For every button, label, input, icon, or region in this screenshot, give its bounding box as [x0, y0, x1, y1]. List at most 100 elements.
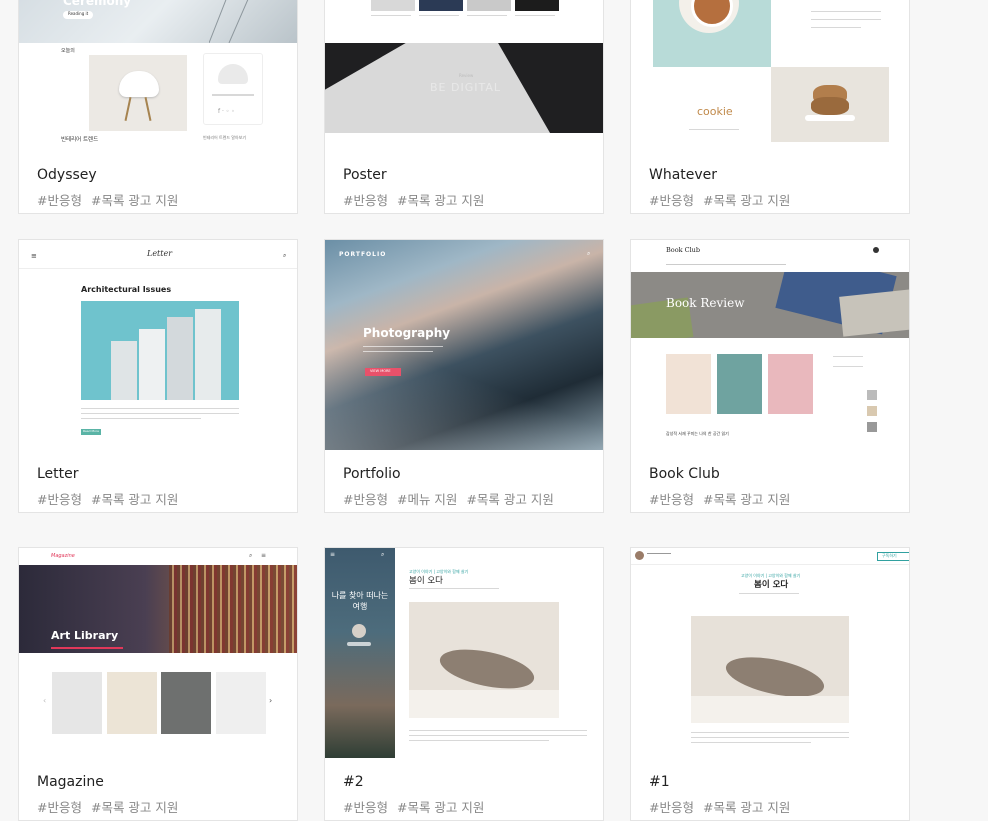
preview-banner-title: Art Library [51, 629, 119, 642]
skin-tags: #반응형 #목록 광고 지원 [37, 190, 187, 209]
tag: #반응형 [649, 800, 694, 815]
preview-logo: Letter [147, 249, 173, 258]
preview-thumb [161, 672, 211, 734]
tag: #목록 광고 지원 [90, 800, 179, 815]
preview-sidebar: ≡ ⌕ 나를 찾아 떠나는 여행 [325, 548, 395, 758]
tag: #반응형 [649, 193, 694, 208]
tag: #목록 광고 지원 [702, 492, 791, 507]
preview-title: 봄이 오다 [754, 580, 789, 590]
preview-banner-title: Book Review [666, 296, 745, 310]
skin-preview-book-club: Book Club Book Review 감성적 서재 꾸미는 나의 찬 공간… [631, 240, 909, 450]
menu-icon: ≡ [261, 552, 267, 559]
preview-banner: Book Review [631, 272, 909, 338]
tag: #목록 광고 지원 [396, 800, 485, 815]
preview-side-card: f · ◦ ◦ [203, 53, 263, 125]
preview-grid-image [467, 0, 511, 11]
skin-name: Portfolio [343, 466, 401, 482]
skin-tags: #반응형 #메뉴 지원 #목록 광고 지원 [343, 489, 563, 508]
skin-tags: #반응형 #목록 광고 지원 [649, 190, 799, 209]
skin-preview-letter: ≡ Letter ⌕ Architectural Issues Read Mor… [19, 240, 297, 450]
preview-banner: Art Library [19, 565, 297, 653]
preview-thumb [107, 672, 157, 734]
preview-grid-image [371, 0, 415, 11]
preview-section-tag: 오늘의 [61, 48, 75, 54]
preview-chair-image [89, 55, 187, 131]
skin-name: Book Club [649, 466, 720, 482]
skin-tags: #반응형 #목록 광고 지원 [649, 797, 799, 816]
chevron-right-icon: › [269, 696, 273, 705]
preview-hero-button: Reading it [63, 11, 93, 19]
preview-hero-title: Ceremony [63, 0, 132, 8]
preview-hero-shape [209, 0, 249, 43]
tag: #목록 광고 지원 [702, 193, 791, 208]
preview-read-button: Read More [81, 429, 101, 435]
skin-name: #2 [343, 774, 364, 790]
avatar [873, 247, 879, 253]
skin-name: Odyssey [37, 167, 97, 183]
preview-grid-image [419, 0, 463, 11]
preview-side-title: 나를 찾아 떠나는 여행 [331, 591, 389, 611]
preview-subscribe-button: 구독하기 [877, 552, 909, 561]
skin-card-whatever[interactable]: cookie Whatever #반응형 #목록 광고 지원 [630, 0, 910, 214]
preview-logo: Magazine [51, 553, 75, 559]
skin-card-1[interactable]: 구독하기 고양이 이야기 | 고양이와 함께 살기 봄이 오다 #1 #반응형 #… [630, 547, 910, 821]
skin-name: Poster [343, 167, 387, 183]
skin-preview-odyssey[interactable]: Ceremony Reading it 오늘의 빈테리어 트렌드 f · ◦ ◦… [19, 0, 297, 151]
preview-thumb [52, 672, 102, 734]
skin-preview-portfolio: PORTFOLIO ⌕ Photography VIEW MORE [325, 240, 603, 450]
tag: #반응형 [343, 492, 388, 507]
skin-card-poster[interactable]: Review BE DIGITAL Poster #반응형 #목록 광고 지원 [324, 0, 604, 214]
skin-card-odyssey[interactable]: Ceremony Reading it 오늘의 빈테리어 트렌드 f · ◦ ◦… [18, 0, 298, 214]
tag: #메뉴 지원 [396, 492, 458, 507]
skin-name: Magazine [37, 774, 104, 790]
search-icon: ⌕ [283, 252, 287, 259]
tag: #반응형 [37, 800, 82, 815]
tag: #목록 광고 지원 [396, 193, 485, 208]
preview-coffee-image [653, 0, 771, 67]
preview-logo: Book Club [666, 246, 701, 254]
preview-title: cookie [697, 105, 733, 118]
tag: #목록 광고 지원 [90, 193, 179, 208]
preview-cookie-image [771, 67, 889, 142]
skin-tags: #반응형 #목록 광고 지원 [37, 797, 187, 816]
skin-tags: #반응형 #목록 광고 지원 [649, 489, 799, 508]
tag: #반응형 [343, 193, 388, 208]
preview-thumb [216, 672, 266, 734]
preview-caption: 감성적 서재 꾸미는 나의 찬 공간 읽기 [666, 431, 729, 436]
preview-book-cover [717, 354, 762, 414]
preview-cat-image [409, 602, 559, 718]
tag: #목록 광고 지원 [466, 492, 554, 507]
menu-icon: ≡ [330, 551, 336, 558]
skin-preview-2: ≡ ⌕ 나를 찾아 떠나는 여행 고양이 이야기 | 고양이와 함께 살기 봄이… [325, 548, 603, 758]
chevron-left-icon: ‹ [43, 696, 47, 705]
skin-tags: #반응형 #목록 광고 지원 [343, 190, 493, 209]
skin-name: Letter [37, 466, 79, 482]
menu-icon: ≡ [31, 252, 37, 260]
preview-cat-image [691, 616, 849, 723]
tag: #목록 광고 지원 [702, 800, 791, 815]
tag: #반응형 [649, 492, 694, 507]
search-icon: ⌕ [249, 552, 253, 559]
skin-card-book-club[interactable]: Book Club Book Review 감성적 서재 꾸미는 나의 찬 공간… [630, 239, 910, 513]
skin-card-magazine[interactable]: Magazine ⌕ ≡ Art Library › ‹ Magazine #반… [18, 547, 298, 821]
skin-card-2[interactable]: ≡ ⌕ 나를 찾아 떠나는 여행 고양이 이야기 | 고양이와 함께 살기 봄이… [324, 547, 604, 821]
tag: #반응형 [343, 800, 388, 815]
preview-banner-tag: Review [459, 73, 474, 78]
preview-book-cover [768, 354, 813, 414]
skin-preview-1: 구독하기 고양이 이야기 | 고양이와 함께 살기 봄이 오다 [631, 548, 909, 758]
preview-building-image [81, 301, 239, 400]
preview-banner-title: BE DIGITAL [430, 81, 501, 94]
preview-side-caption: 빈테리어 트렌드 알아보기 [203, 135, 247, 140]
skin-card-letter[interactable]: ≡ Letter ⌕ Architectural Issues Read Mor… [18, 239, 298, 513]
tag: #목록 광고 지원 [90, 492, 179, 507]
skin-preview-poster[interactable]: Review BE DIGITAL [325, 0, 603, 151]
preview-caption: 빈테리어 트렌드 [61, 137, 99, 143]
skin-card-portfolio[interactable]: PORTFOLIO ⌕ Photography VIEW MORE Portfo… [324, 239, 604, 513]
preview-view-button: VIEW MORE [365, 368, 401, 376]
preview-grid-image [515, 0, 559, 11]
avatar [635, 551, 644, 560]
preview-title: 봄이 오다 [409, 576, 443, 586]
search-icon: ⌕ [587, 250, 591, 257]
preview-title: Photography [363, 326, 451, 340]
preview-article-title: Architectural Issues [81, 285, 172, 294]
